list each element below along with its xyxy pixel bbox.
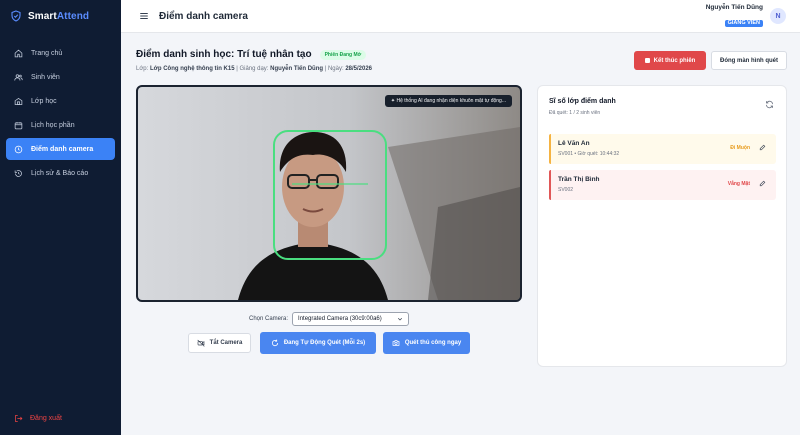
manual-scan-label: Quét thủ công ngay xyxy=(404,340,462,346)
close-scan-button[interactable]: Đóng màn hình quét xyxy=(711,51,787,70)
panel-title: Sĩ số lớp điểm danh xyxy=(549,98,616,105)
status-stripe xyxy=(549,134,551,164)
close-scan-label: Đóng màn hình quét xyxy=(720,57,778,64)
camera-feed: ✦ Hệ thống AI đang nhận diện khuôn mặt t… xyxy=(136,85,522,302)
status-badge: Vắng Mặt xyxy=(727,181,750,187)
brand-name-right: Attend xyxy=(56,10,90,22)
brand-name-left: Smart xyxy=(28,10,57,22)
auto-scan-label: Đang Tự Động Quét (Mỗi 2s) xyxy=(283,340,366,346)
user-name: Nguyễn Tiến Dũng xyxy=(705,4,763,11)
camera-off-label: Tắt Camera xyxy=(209,340,243,346)
user-info: Nguyễn Tiến Dũng GIẢNG VIÊN xyxy=(705,4,763,28)
refresh-icon[interactable] xyxy=(765,100,774,109)
class-label: Lớp: xyxy=(136,66,149,72)
sidebar-item-history[interactable]: Lịch sử & Báo cáo xyxy=(6,162,115,184)
brand-name: SmartAttend xyxy=(28,11,89,22)
menu-icon[interactable] xyxy=(139,11,149,21)
logout-button[interactable]: Đăng xuất xyxy=(6,409,70,427)
stop-icon xyxy=(644,58,650,63)
attendance-panel: Sĩ số lớp điểm danh Đã quét: 1 / 2 sinh … xyxy=(537,85,787,367)
session-title-row: Điểm danh sinh học: Trí tuệ nhân tạo Phi… xyxy=(136,49,372,60)
date-label: Ngày: xyxy=(327,66,344,72)
sidebar-item-camera-attendance[interactable]: Điểm danh camera xyxy=(6,138,115,160)
user-menu[interactable]: Nguyễn Tiến Dũng GIẢNG VIÊN N xyxy=(705,4,786,28)
camera-select-label: Chọn Camera: xyxy=(249,316,289,322)
status-stripe xyxy=(549,170,551,200)
manual-scan-button[interactable]: Quét thủ công ngay xyxy=(383,332,470,354)
status-badge: Đi Muộn xyxy=(730,145,750,151)
camera-select[interactable]: Integrated Camera (30c9:00a6) xyxy=(292,312,410,326)
sidebar-item-label: Lịch sử & Báo cáo xyxy=(31,169,89,177)
end-session-button[interactable]: Kết thúc phiên xyxy=(634,51,706,70)
sidebar-item-students[interactable]: Sinh viên xyxy=(6,66,115,88)
chevron-down-icon xyxy=(398,317,403,321)
shield-check-icon xyxy=(11,10,21,22)
avatar[interactable]: N xyxy=(770,8,786,25)
page-title: Điểm danh camera xyxy=(159,10,248,22)
camera-off-button[interactable]: Tắt Camera xyxy=(188,333,251,353)
status-badge: Phiên Đang Mở xyxy=(319,49,367,60)
edit-icon[interactable] xyxy=(759,144,766,151)
student-name: Trần Thị Bình xyxy=(558,176,600,183)
session-info: Điểm danh sinh học: Trí tuệ nhân tạo Phi… xyxy=(136,49,372,72)
teacher-label: Giảng dạy: xyxy=(239,66,269,72)
session-meta: Lớp: Lớp Công nghệ thông tin K15 | Giảng… xyxy=(136,66,372,72)
list-item: Trần Thị Bình SV002 Vắng Mặt xyxy=(549,170,776,200)
top-header: Điểm danh camera Nguyễn Tiến Dũng GIẢNG … xyxy=(121,0,800,33)
sidebar-item-label: Trang chủ xyxy=(31,49,63,57)
users-icon xyxy=(14,73,23,81)
end-session-label: Kết thúc phiên xyxy=(653,57,696,64)
sidebar-nav: Trang chủ Sinh viên Lớp học Lịch học phầ… xyxy=(0,42,121,184)
camera-select-value: Integrated Camera (30c9:00a6) xyxy=(298,316,382,322)
refresh-icon xyxy=(271,339,278,347)
sidebar-item-label: Lịch học phần xyxy=(31,121,75,129)
home-icon xyxy=(14,49,23,57)
student-name: Lê Văn An xyxy=(558,140,590,147)
history-icon xyxy=(14,169,22,177)
edit-icon[interactable] xyxy=(759,180,766,187)
logout-label: Đăng xuất xyxy=(30,414,62,422)
date-value: 28/5/2026 xyxy=(345,66,373,72)
calendar-icon xyxy=(14,121,23,129)
student-meta: SV001 • Giờ quét: 10:44:32 xyxy=(558,151,620,157)
sidebar-item-label: Lớp học xyxy=(31,97,57,105)
camera-off-icon xyxy=(197,339,205,347)
sidebar-item-schedule[interactable]: Lịch học phần xyxy=(6,114,115,136)
ai-status-pill: ✦ Hệ thống AI đang nhận diện khuôn mặt t… xyxy=(384,95,512,107)
student-meta: SV002 xyxy=(558,187,574,193)
session-title: Điểm danh sinh học: Trí tuệ nhân tạo xyxy=(136,49,312,60)
sidebar: SmartAttend Trang chủ Sinh viên Lớp học … xyxy=(0,0,121,435)
ai-status-text: Hệ thống AI đang nhận diện khuôn mặt tự … xyxy=(396,98,506,104)
user-role-badge: GIẢNG VIÊN xyxy=(724,19,763,27)
sidebar-item-classes[interactable]: Lớp học xyxy=(6,90,115,112)
camera-image xyxy=(138,87,520,300)
list-item: Lê Văn An SV001 • Giờ quét: 10:44:32 Đi … xyxy=(549,134,776,164)
logout-icon xyxy=(15,414,23,422)
teacher-value: Nguyễn Tiến Dũng xyxy=(270,66,324,72)
classroom-icon xyxy=(14,97,23,105)
camera-icon xyxy=(392,340,400,346)
auto-scan-button[interactable]: Đang Tự Động Quét (Mỗi 2s) xyxy=(260,332,376,354)
camera-select-row: Chọn Camera: Integrated Camera (30c9:00a… xyxy=(249,312,410,326)
sidebar-item-label: Điểm danh camera xyxy=(31,145,94,153)
sidebar-item-home[interactable]: Trang chủ xyxy=(6,42,115,64)
panel-subtitle: Đã quét: 1 / 2 sinh viên xyxy=(549,110,601,116)
sidebar-item-label: Sinh viên xyxy=(31,73,60,81)
class-value: Lớp Công nghệ thông tin K15 xyxy=(149,66,235,72)
brand[interactable]: SmartAttend xyxy=(0,0,121,32)
clock-icon xyxy=(14,145,23,153)
